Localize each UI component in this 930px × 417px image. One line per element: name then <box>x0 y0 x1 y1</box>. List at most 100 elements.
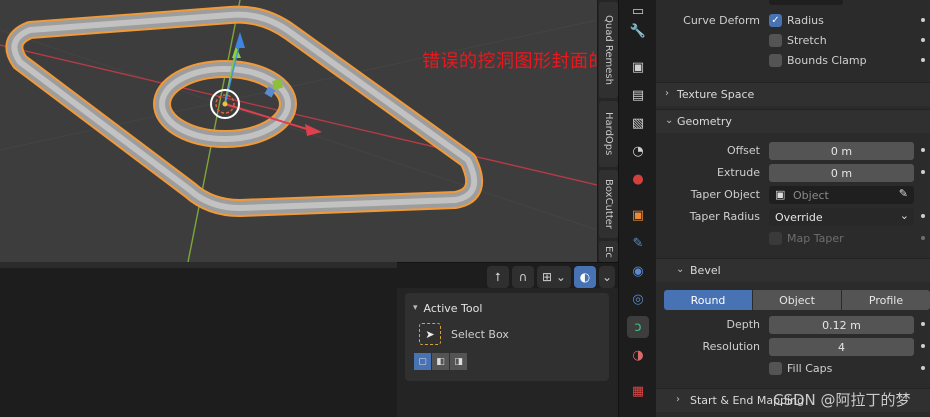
taper-object-label: Taper Object <box>690 188 760 201</box>
stretch-row: Stretch <box>656 31 930 51</box>
viewport-scene <box>0 0 597 262</box>
curve-deform-radius-row: Curve Deform ✓ Radius <box>656 11 930 31</box>
active-tool-region: ▾ Active Tool ➤ Select Box ▢ ◧ ◨ <box>397 288 618 417</box>
keyframe-dot[interactable] <box>921 58 925 62</box>
eyedropper-icon[interactable]: ✎ <box>899 187 908 200</box>
offset-row: Offset 0 m <box>656 141 930 161</box>
modifier-wrench-icon[interactable]: ✎ <box>627 232 649 254</box>
error-annotation: 错误的挖洞图形封面的倒角 <box>422 51 597 72</box>
keyframe-dot[interactable] <box>921 344 925 348</box>
bevel-mode-selector: Round Object Profile <box>664 290 930 310</box>
keyframe-dot[interactable] <box>921 170 925 174</box>
keyframe-dot[interactable] <box>921 236 925 240</box>
chevron-down-icon: ⌄ <box>899 209 909 222</box>
active-tool-title: Active Tool <box>423 301 483 315</box>
lower-header-strip <box>0 262 397 268</box>
object-icon: ▣ <box>775 188 786 201</box>
offset-label: Offset <box>726 144 760 157</box>
viewport-header-tools: ⭡ ∩ ⊞ ⌄ ◐ ⌄ <box>487 266 615 290</box>
physics-icon[interactable]: ◎ <box>627 288 649 310</box>
active-tool-header[interactable]: ▾ Active Tool <box>413 298 482 318</box>
stretch-checkbox[interactable] <box>769 34 782 47</box>
sidebar-tab-hardops[interactable]: HardOps <box>599 101 618 167</box>
keyframe-dot[interactable] <box>921 366 925 370</box>
chevron-down-icon: ▾ <box>413 303 418 313</box>
depth-label: Depth <box>726 318 760 331</box>
fill-caps-label: Fill Caps <box>787 362 833 375</box>
3d-viewport[interactable]: 错误的挖洞图形封面的倒角 <box>0 0 597 262</box>
keyframe-dot[interactable] <box>921 148 925 152</box>
fill-caps-checkbox[interactable] <box>769 362 782 375</box>
select-box-icon: ➤ <box>419 323 441 345</box>
geometry-title: Geometry <box>677 115 732 128</box>
map-taper-checkbox[interactable] <box>769 232 782 245</box>
active-tool-entry[interactable]: ➤ Select Box <box>419 323 509 345</box>
keyframe-dot[interactable] <box>921 38 925 42</box>
scene-icon[interactable]: ◔ <box>627 140 649 162</box>
bevel-mode-object[interactable]: Object <box>753 290 841 310</box>
snap-grid-icon[interactable]: ⊞ ⌄ <box>537 266 571 288</box>
render-icon[interactable]: ▣ <box>627 56 649 78</box>
depth-field[interactable]: 0.12 m <box>769 316 914 334</box>
active-tool-panel: ▾ Active Tool ➤ Select Box ▢ ◧ ◨ <box>405 293 609 381</box>
bevel-title: Bevel <box>690 264 721 277</box>
extrude-label: Extrude <box>716 166 760 179</box>
resolution-row: Resolution 4 <box>656 337 930 357</box>
texture-checker-icon[interactable]: ▦ <box>627 380 649 402</box>
properties-tabs: ▭ 🔧 ▣ ▤ ▧ ◔ ● ▣ ✎ ◉ ◎ ↄ ◑ ▦ <box>618 0 656 417</box>
properties-editor: Curve Deform ✓ Radius Stretch Bounds Cla… <box>656 0 930 417</box>
resolution-field[interactable]: 4 <box>769 338 914 356</box>
radius-checkbox[interactable]: ✓ <box>769 14 782 27</box>
bounds-clamp-label: Bounds Clamp <box>787 54 867 67</box>
object-icon[interactable]: ▣ <box>627 204 649 226</box>
output-icon[interactable]: ▭ <box>627 0 649 22</box>
chevron-down-icon[interactable]: ⌄ <box>599 266 615 288</box>
stretch-label: Stretch <box>787 34 827 47</box>
texture-space-panel-header[interactable]: › Texture Space <box>656 82 930 106</box>
curve-deform-label: Curve Deform <box>683 14 760 27</box>
map-taper-row: Map Taper <box>656 229 930 249</box>
keyframe-dot[interactable] <box>921 322 925 326</box>
world-icon[interactable]: ● <box>627 168 649 190</box>
fill-caps-row: Fill Caps <box>656 359 930 379</box>
sidebar-tab-boxcutter[interactable]: BoxCutter <box>599 170 618 238</box>
curve-data-icon[interactable]: ↄ <box>627 316 649 338</box>
taper-object-row: Taper Object ▣ Object ✎ <box>656 185 930 205</box>
bevel-mode-round[interactable]: Round <box>664 290 752 310</box>
sidebar-tab-extra[interactable]: Ec <box>599 241 618 262</box>
extrude-field[interactable]: 0 m <box>769 164 914 182</box>
extrude-row: Extrude 0 m <box>656 163 930 183</box>
particles-icon[interactable]: ◉ <box>627 260 649 282</box>
taper-object-placeholder: Object <box>793 188 829 202</box>
offset-field[interactable]: 0 m <box>769 142 914 160</box>
taper-radius-label: Taper Radius <box>689 210 760 223</box>
bevel-mode-profile[interactable]: Profile <box>842 290 930 310</box>
keyframe-dot[interactable] <box>921 214 925 218</box>
print-icon[interactable]: ▤ <box>627 84 649 106</box>
resolution-label: Resolution <box>702 340 760 353</box>
taper-radius-value: Override <box>775 210 823 224</box>
material-icon[interactable]: ◑ <box>627 344 649 366</box>
mode-new-icon[interactable]: ▢ <box>414 353 431 370</box>
arrow-up-icon[interactable]: ⭡ <box>487 266 509 288</box>
keyframe-dot[interactable] <box>921 18 925 22</box>
taper-object-field[interactable]: ▣ Object ✎ <box>769 186 914 204</box>
view-layer-icon[interactable]: ▧ <box>627 112 649 134</box>
texture-space-title: Texture Space <box>677 88 755 101</box>
chevron-right-icon: › <box>676 394 680 405</box>
mode-extend-icon[interactable]: ◧ <box>432 353 449 370</box>
chevron-down-icon: ⌄ <box>676 264 685 275</box>
bounds-clamp-checkbox[interactable] <box>769 54 782 67</box>
taper-radius-dropdown[interactable]: Override ⌄ <box>769 208 914 226</box>
overlay-toggle-icon[interactable]: ◐ <box>574 266 596 288</box>
active-tool-name: Select Box <box>451 327 509 341</box>
sidebar-tab-quad-remesh[interactable]: Quad Remesh <box>599 2 618 98</box>
geometry-panel-header[interactable]: ⌄ Geometry <box>656 109 930 133</box>
selection-mode-buttons: ▢ ◧ ◨ <box>414 353 467 370</box>
bounds-clamp-row: Bounds Clamp <box>656 51 930 71</box>
tool-icon[interactable]: 🔧 <box>627 20 649 42</box>
bevel-panel-header[interactable]: ⌄ Bevel <box>656 258 930 282</box>
mode-subtract-icon[interactable]: ◨ <box>450 353 467 370</box>
snap-magnet-icon[interactable]: ∩ <box>512 266 534 288</box>
depth-row: Depth 0.12 m <box>656 315 930 335</box>
